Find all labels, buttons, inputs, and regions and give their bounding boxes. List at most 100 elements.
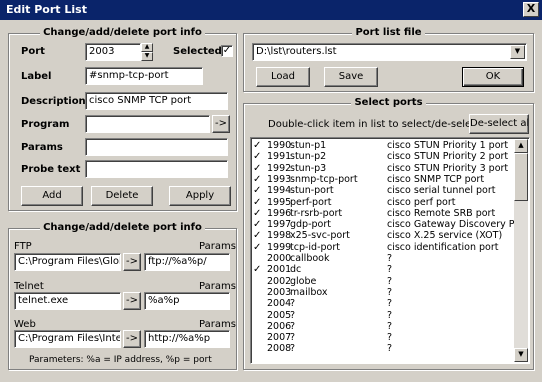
spin-up-icon[interactable]: ▲ xyxy=(141,43,153,52)
add-button[interactable]: Add xyxy=(21,186,83,206)
checkmark-icon: ✓ xyxy=(253,151,262,163)
port-name: perf-port xyxy=(290,196,332,208)
ok-button[interactable]: OK xyxy=(462,67,524,87)
port-number: 1997 xyxy=(267,219,292,231)
params-input[interactable] xyxy=(85,138,228,156)
port-list-file-path: D:\lst\routers.lst xyxy=(256,46,337,57)
selected-label: Selected xyxy=(173,46,222,57)
port-number: 2007 xyxy=(267,332,292,344)
ports-scrollbar[interactable]: ▲ ▼ xyxy=(514,139,528,362)
port-number: 1990 xyxy=(267,140,292,151)
list-item[interactable]: ✓ 2001 dc? xyxy=(253,265,515,275)
list-item[interactable]: ✓ 1993 snmp-tcp-port cisco SNMP TCP port xyxy=(253,173,515,185)
port-description: ? xyxy=(387,320,393,332)
ftp-params-input[interactable]: ftp://%a%p/ xyxy=(144,253,230,271)
checkmark-icon: ✓ xyxy=(253,173,262,185)
list-item[interactable]: ✓ 1996 tr-rsrb-port cisco Remote SRB port xyxy=(253,207,515,219)
list-item[interactable]: ✓ 1990 stun-p1 cisco STUN Priority 1 port xyxy=(253,141,515,151)
program-label: Program xyxy=(21,119,70,130)
delete-button[interactable]: Delete xyxy=(91,186,153,206)
save-button[interactable]: Save xyxy=(324,67,378,87)
description-input[interactable]: cisco SNMP TCP port xyxy=(85,92,228,110)
list-item[interactable]: 2003 mailbox? xyxy=(253,287,515,298)
port-name: tcp-id-port xyxy=(290,241,340,253)
list-item[interactable]: 2006?? xyxy=(253,320,515,332)
close-button[interactable]: X xyxy=(523,2,539,17)
select-ports-title: Select ports xyxy=(351,97,426,108)
web-browse-button[interactable]: -> xyxy=(123,330,141,348)
scroll-thumb[interactable] xyxy=(514,153,528,201)
port-name: dc xyxy=(290,264,302,276)
list-item[interactable]: ✓ 1994 stun-port cisco serial tunnel port xyxy=(253,186,515,196)
web-params-input[interactable]: http://%a%p xyxy=(144,330,230,348)
port-number: 1991 xyxy=(267,151,292,163)
chevron-down-icon[interactable]: ▼ xyxy=(510,45,525,59)
port-name: ? xyxy=(290,298,296,310)
port-description: cisco X.25 service (XOT) xyxy=(387,230,503,242)
port-number: 2002 xyxy=(267,275,292,287)
port-description: ? xyxy=(387,343,393,355)
checkmark-icon: ✓ xyxy=(253,185,262,197)
port-name: stun-port xyxy=(290,185,334,197)
load-button[interactable]: Load xyxy=(256,67,310,87)
port-list-file-combo[interactable]: D:\lst\routers.lst ▼ xyxy=(252,43,527,61)
telnet-path-input[interactable]: telnet.exe xyxy=(14,292,121,310)
port-number: 2008 xyxy=(267,343,292,355)
apply-button[interactable]: Apply xyxy=(169,186,231,206)
spin-down-icon[interactable]: ▼ xyxy=(141,52,153,61)
port-name: ? xyxy=(290,320,296,332)
port-spinner[interactable]: ▲ ▼ xyxy=(141,43,153,61)
list-item[interactable]: ✓ 1991 stun-p2 cisco STUN Priority 2 port xyxy=(253,152,515,162)
telnet-browse-button[interactable]: -> xyxy=(123,292,141,310)
list-item[interactable]: ✓ 1999 tcp-id-port cisco identification por… xyxy=(253,241,515,253)
params-label: Params xyxy=(21,142,63,153)
checkmark-icon: ✓ xyxy=(253,241,262,253)
port-name: globe xyxy=(290,275,317,287)
list-item[interactable]: 2004?? xyxy=(253,299,515,309)
telnet-params-input[interactable]: %a%p xyxy=(144,292,230,310)
select-ports-group: Select ports Double-click item in list t… xyxy=(243,97,534,370)
label-input[interactable]: #snmp-tcp-port xyxy=(85,67,203,85)
port-number: 2005 xyxy=(267,309,292,321)
port-name: x25-svc-port xyxy=(290,230,350,242)
list-item[interactable]: ✓ 1997 gdp-port cisco Gateway Discovery Por… xyxy=(253,219,528,231)
web-params-label: Params xyxy=(199,319,236,330)
program-browse-button[interactable]: -> xyxy=(212,115,230,133)
port-description: cisco identification port xyxy=(387,241,499,253)
ftp-browse-button[interactable]: -> xyxy=(123,253,141,271)
ftp-path-input[interactable]: C:\Program Files\Global xyxy=(14,253,121,271)
port-name: ? xyxy=(290,309,296,321)
web-path-input[interactable]: C:\Program Files\Intern xyxy=(14,330,121,348)
port-name: snmp-tcp-port xyxy=(290,173,358,185)
telnet-params-label: Params xyxy=(199,281,236,292)
checkmark-icon: ✓ xyxy=(253,207,262,219)
port-number: 1999 xyxy=(267,241,292,253)
ports-listbox[interactable]: ✓ 1990 stun-p1 cisco STUN Priority 1 port ✓ 1… xyxy=(250,137,530,364)
port-name: ? xyxy=(290,343,296,355)
port-list-file-group: Port list file D:\lst\routers.lst ▼ Load… xyxy=(243,27,534,92)
checkmark-icon: ✓ xyxy=(253,219,262,231)
port-input[interactable]: 2003 xyxy=(85,43,141,61)
list-item[interactable]: 2005?? xyxy=(253,309,515,321)
list-item[interactable]: 2007?? xyxy=(253,333,515,343)
port-name: stun-p1 xyxy=(290,140,327,151)
description-label: Description xyxy=(21,96,86,107)
port-description: cisco Gateway Discovery Port xyxy=(387,219,528,231)
deselect-all-button[interactable]: De-select all xyxy=(469,114,529,134)
port-description: ? xyxy=(387,332,393,344)
probe-text-input[interactable] xyxy=(85,160,228,178)
port-name: ? xyxy=(290,332,296,344)
port-description: cisco STUN Priority 2 port xyxy=(387,151,509,163)
scroll-down-icon[interactable]: ▼ xyxy=(514,348,528,362)
list-item[interactable]: 2002 globe? xyxy=(253,275,515,287)
list-item[interactable]: ✓ 1995 perf-port cisco perf port xyxy=(253,196,515,208)
program-input[interactable] xyxy=(85,115,210,133)
label-label: Label xyxy=(21,71,52,82)
list-item[interactable]: ✓ 1992 stun-p3 cisco STUN Priority 3 port xyxy=(253,163,515,174)
scroll-up-icon[interactable]: ▲ xyxy=(514,139,528,153)
selected-checkbox[interactable]: ✓ xyxy=(221,45,233,57)
list-item[interactable]: ✓ 1998 x25-svc-port cisco X.25 service (XOT… xyxy=(253,231,515,241)
list-item[interactable]: 2008?? xyxy=(253,344,515,354)
port-name: stun-p2 xyxy=(290,151,327,163)
list-item[interactable]: 2000 callbook? xyxy=(253,254,515,264)
